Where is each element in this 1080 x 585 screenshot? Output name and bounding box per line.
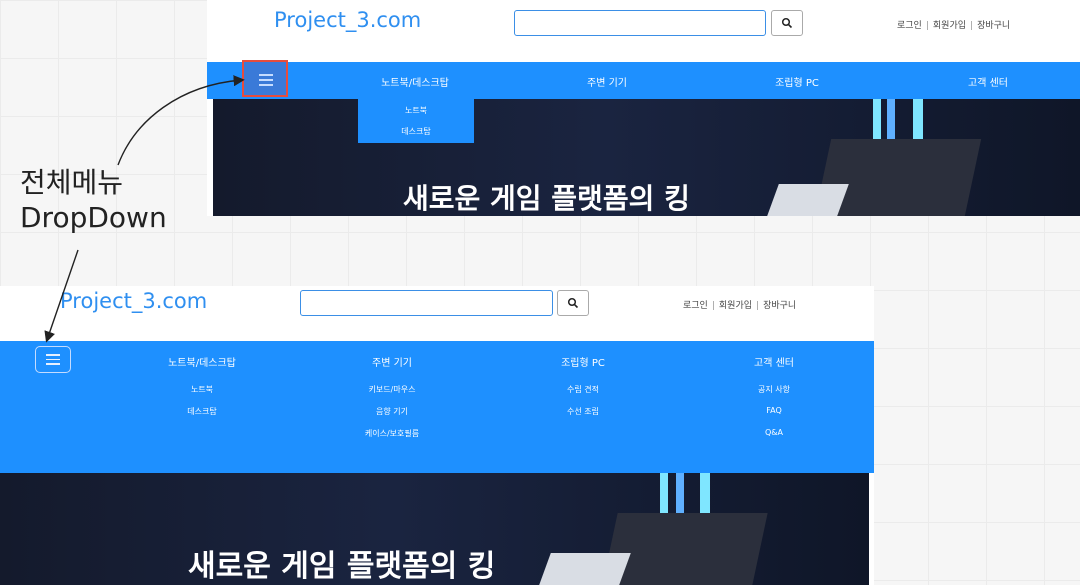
mega-item[interactable]: 데스크탑 bbox=[187, 406, 216, 417]
signup-link[interactable]: 회원가입 bbox=[933, 21, 966, 31]
hero-graphics-card bbox=[602, 513, 768, 585]
login-link[interactable]: 로그인 bbox=[683, 301, 708, 311]
cart-link[interactable]: 장바구니 bbox=[763, 301, 796, 311]
user-links: 로그인 | 회원가입 | 장바구니 bbox=[897, 21, 1011, 31]
hero-banner: 새로운 게임 플랫폼의 킹 bbox=[0, 473, 869, 585]
search-button[interactable] bbox=[557, 290, 589, 316]
dropdown-item-laptop[interactable]: 노트북 bbox=[405, 105, 427, 116]
screenshot-bottom: Project_3.com 로그인 | 회원가입 | 장바구니 노트북/데스크탑 주변 … bbox=[0, 286, 874, 585]
search-input[interactable] bbox=[300, 290, 553, 316]
mega-item[interactable]: Q&A bbox=[765, 428, 783, 437]
cart-link[interactable]: 장바구니 bbox=[977, 21, 1010, 31]
mega-item[interactable]: 노트북 bbox=[191, 384, 213, 395]
nav-item-custom-pc[interactable]: 조립형 PC bbox=[561, 354, 605, 369]
dropdown-item-desktop[interactable]: 데스크탑 bbox=[401, 126, 430, 137]
nav-item-support[interactable]: 고객 센터 bbox=[968, 74, 1008, 89]
hamburger-button[interactable] bbox=[35, 346, 71, 373]
hamburger-menu-icon[interactable] bbox=[259, 74, 273, 86]
nav-item-peripherals[interactable]: 주변 기기 bbox=[372, 354, 412, 369]
main-navbar: 노트북/데스크탑 주변 기기 조립형 PC 고객 센터 bbox=[207, 60, 1080, 99]
mega-item[interactable]: 키보드/마우스 bbox=[369, 384, 416, 395]
single-dropdown-menu: 노트북 데스크탑 bbox=[358, 99, 474, 143]
mega-item[interactable]: 공지 사항 bbox=[758, 384, 790, 395]
hero-light-bar bbox=[887, 99, 895, 144]
nav-item-laptop-desktop[interactable]: 노트북/데스크탑 bbox=[168, 354, 236, 369]
nav-item-peripherals[interactable]: 주변 기기 bbox=[587, 74, 627, 89]
login-link[interactable]: 로그인 bbox=[897, 21, 922, 31]
search-button[interactable] bbox=[771, 10, 803, 36]
nav-item-custom-pc[interactable]: 조립형 PC bbox=[775, 74, 819, 89]
hero-headline: 새로운 게임 플랫폼의 킹 bbox=[403, 182, 690, 215]
search-icon bbox=[781, 17, 793, 29]
nav-item-laptop-desktop[interactable]: 노트북/데스크탑 bbox=[381, 74, 449, 89]
screenshot-top: Project_3.com 로그인 | 회원가입 | 장바구니 노트북/데스크탑 주변 … bbox=[207, 0, 1080, 216]
mega-menu-panel: 노트북/데스크탑 주변 기기 조립형 PC 고객 센터 노트북 데스크탑 키보드… bbox=[0, 341, 874, 473]
hamburger-menu-icon bbox=[46, 354, 60, 365]
nav-item-support[interactable]: 고객 센터 bbox=[754, 354, 794, 369]
hero-banner: 새로운 게임 플랫폼의 킹 bbox=[213, 99, 1080, 216]
mega-item[interactable]: 음향 기기 bbox=[376, 406, 408, 417]
hero-graphics-card bbox=[767, 184, 849, 216]
search-icon bbox=[567, 297, 579, 309]
hero-headline: 새로운 게임 플랫폼의 킹 bbox=[188, 549, 496, 584]
mega-item[interactable]: 수선 조립 bbox=[567, 406, 599, 417]
mega-item[interactable]: 케이스/보호필름 bbox=[365, 428, 419, 439]
hero-light-bar bbox=[676, 473, 684, 518]
site-logo[interactable]: Project_3.com bbox=[60, 289, 207, 313]
user-links: 로그인 | 회원가입 | 장바구니 bbox=[683, 301, 797, 311]
mega-item[interactable]: 수립 견적 bbox=[567, 384, 599, 395]
annotation-line-2: DropDown bbox=[20, 201, 167, 234]
site-logo[interactable]: Project_3.com bbox=[274, 8, 421, 32]
annotation-label: 전체메뉴 DropDown bbox=[20, 165, 167, 235]
signup-link[interactable]: 회원가입 bbox=[719, 301, 752, 311]
annotation-line-1: 전체메뉴 bbox=[20, 166, 124, 199]
search-input[interactable] bbox=[514, 10, 766, 36]
hero-graphics-card bbox=[539, 553, 631, 585]
mega-item[interactable]: FAQ bbox=[766, 406, 782, 415]
